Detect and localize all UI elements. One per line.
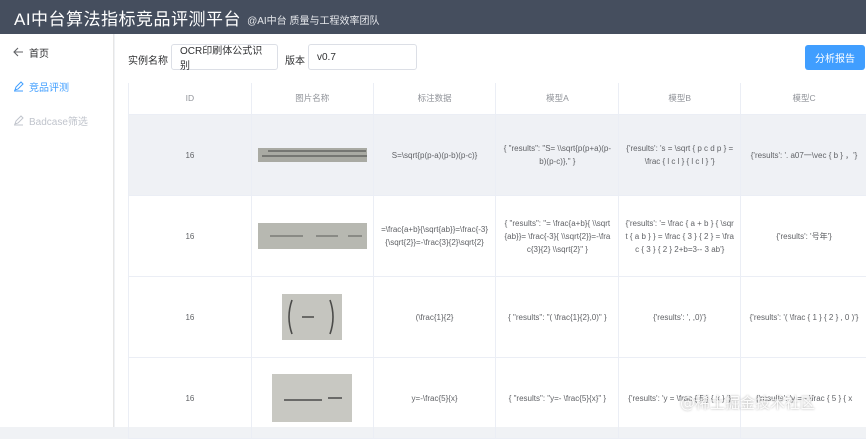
column-header-model-c[interactable]: 模型C [741, 83, 866, 114]
cell-model-a: { "results": "( \frac{1}{2},0)" } [496, 277, 620, 357]
sidebar: 首页 竞品评测 Badcase筛选 [0, 34, 114, 427]
column-header-id[interactable]: ID [129, 83, 252, 114]
cell-id: 16 [129, 277, 252, 357]
cell-id: 16 [129, 196, 252, 276]
column-header-label-data[interactable]: 标注数据 [373, 83, 497, 114]
cell-model-a: { "results": "S= \\sqrt{p(p+a)(p-b)(p-c)… [496, 115, 620, 195]
cell-model-c: {'results': '. a07一\vec { b } ，'} [741, 115, 866, 195]
sidebar-item-competitor-eval[interactable]: 竞品评测 [0, 69, 113, 103]
cell-image [252, 277, 374, 357]
cell-model-c: {'results': '号年'} [741, 196, 866, 276]
version-field[interactable]: v0.7 [308, 44, 417, 70]
cell-image [252, 196, 374, 276]
cell-id: 16 [129, 115, 252, 195]
sidebar-item-home[interactable]: 首页 [0, 35, 113, 69]
app-header: AI中台算法指标竞品评测平台 @AI中台 质量与工程效率团队 [0, 0, 866, 34]
sidebar-item-label: 竞品评测 [29, 82, 69, 94]
table-row[interactable]: 16 S=\sqrt{p(p-a)(p-b)(p-c)} { "results"… [129, 115, 866, 196]
cell-model-a: { "results": "= \frac{a+b}{ \\sqrt{ab}}=… [496, 196, 620, 276]
cell-model-b: {'results': ', ,0)'} [619, 277, 742, 357]
results-table: ID 图片名称 标注数据 模型A 模型B 模型C 16 S=\sqrt{p(p-… [128, 83, 866, 439]
instance-name-value: OCR印刷体公式识别 [180, 46, 263, 72]
column-header-model-a[interactable]: 模型A [496, 83, 620, 114]
formula-image-thumbnail[interactable] [282, 294, 343, 340]
cell-model-b: {'results': 's = \sqrt { p c d p } = \fr… [619, 115, 742, 195]
main-content: 实例名称 OCR印刷体公式识别 版本 v0.7 分析报告 ID 图片名称 标注数… [115, 34, 866, 439]
analysis-report-button[interactable]: 分析报告 [805, 45, 865, 70]
formula-image-thumbnail[interactable] [257, 223, 367, 249]
column-header-image-name[interactable]: 图片名称 [251, 83, 374, 114]
cell-model-b: {'results': '= \frac { a + b } { \sqrt {… [619, 196, 742, 276]
cell-model-a: { "results": "y=- \frac{5}{x}" } [496, 358, 620, 438]
version-value: v0.7 [317, 51, 336, 63]
cell-model-c: {'results': '( \frac { 1 } { 2 } , 0 )'} [741, 277, 866, 357]
app-title: AI中台算法指标竞品评测平台 [14, 9, 242, 29]
sidebar-item-label: Badcase筛选 [29, 116, 88, 128]
edit-icon [12, 80, 24, 92]
formula-image-thumbnail[interactable] [272, 374, 353, 422]
edit-icon [12, 114, 24, 126]
cell-label-data: y=-\frac{5}{x} [374, 358, 497, 438]
cell-label-data: =\frac{a+b}{\sqrt{ab}}=\frac{-3}{\sqrt{2… [374, 196, 497, 276]
instance-name-label: 实例名称 [128, 56, 168, 67]
toolbar: 实例名称 OCR印刷体公式识别 版本 v0.7 分析报告 [115, 34, 866, 82]
cell-id: 16 [129, 358, 252, 438]
cell-label-data: (\frac{1}{2} [374, 277, 497, 357]
sidebar-item-label: 首页 [29, 48, 49, 60]
cell-image [252, 358, 374, 438]
formula-image-thumbnail[interactable] [257, 148, 367, 162]
instance-name-field[interactable]: OCR印刷体公式识别 [171, 44, 278, 72]
arrow-left-icon [12, 46, 24, 58]
sidebar-item-badcase-filter[interactable]: Badcase筛选 [0, 103, 113, 137]
version-label: 版本 [285, 56, 305, 67]
table-row[interactable]: 16 (\frac{1}{2} { "results": "( \frac{1}… [129, 277, 866, 358]
cell-label-data: S=\sqrt{p(p-a)(p-b)(p-c)} [374, 115, 497, 195]
app-subtitle: @AI中台 质量与工程效率团队 [247, 16, 380, 27]
column-header-model-b[interactable]: 模型B [619, 83, 742, 114]
watermark: @稀土掘金技术社区 [680, 394, 816, 412]
cell-image [252, 115, 374, 195]
table-row[interactable]: 16 =\frac{a+b}{\sqrt{ab}}=\frac{-3}{\sqr… [129, 196, 866, 277]
table-header-row: ID 图片名称 标注数据 模型A 模型B 模型C [129, 83, 866, 115]
